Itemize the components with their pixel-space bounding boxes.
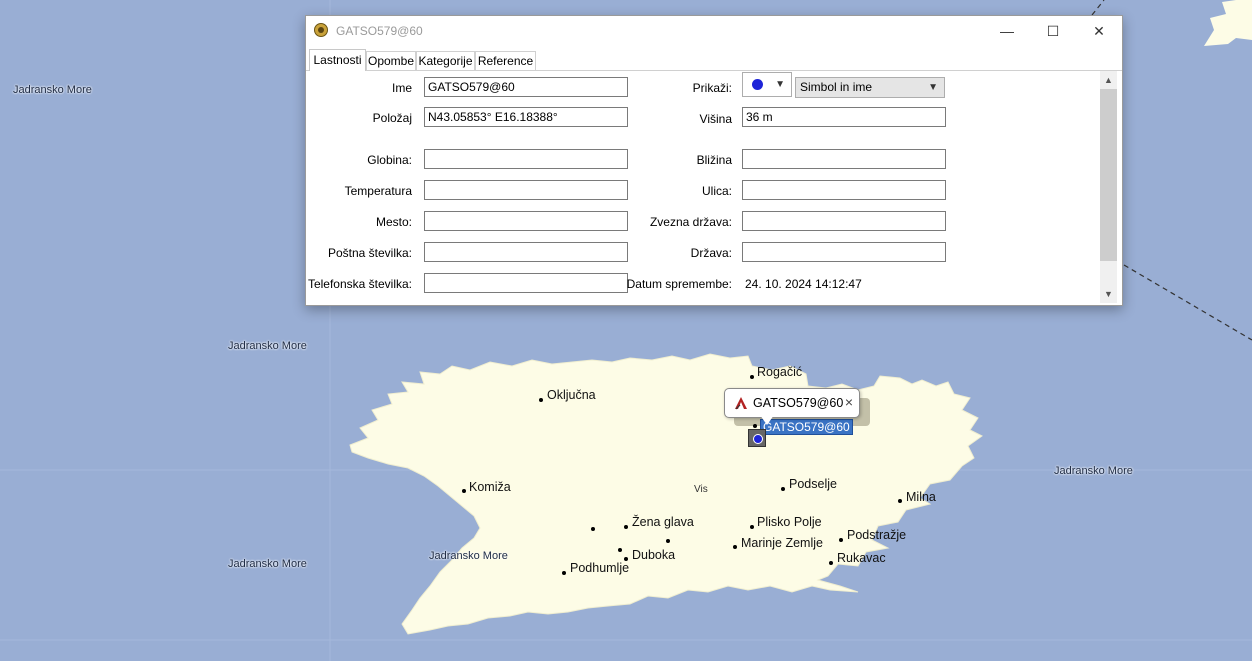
display-mode-value: Simbol in ime bbox=[800, 80, 873, 94]
app-icon bbox=[314, 23, 328, 37]
tab-bar: Lastnosti Opombe Kategorije Reference bbox=[306, 49, 1122, 71]
place-marinje-zemlje[interactable]: Marinje Zemlje bbox=[741, 536, 823, 550]
sea-label: Jadransko More bbox=[429, 550, 508, 562]
sea-label: Jadransko More bbox=[1054, 465, 1133, 477]
waypoint-popup[interactable]: GATSO579@60 × bbox=[724, 388, 860, 418]
visina-input[interactable]: 36 m bbox=[742, 107, 946, 127]
place-dot bbox=[591, 527, 595, 531]
datum-spremembe-value: 24. 10. 2024 14:12:47 bbox=[745, 277, 862, 291]
scroll-up-icon[interactable]: ▲ bbox=[1100, 72, 1117, 88]
polozaj-label: Položaj bbox=[372, 111, 412, 125]
display-mode-dropdown[interactable]: Simbol in ime ▼ bbox=[795, 77, 945, 98]
blizina-label: Bližina bbox=[696, 153, 732, 167]
waypoint-properties-window: GATSO579@60 — ☐ ✕ Lastnosti Opombe Kateg… bbox=[305, 15, 1123, 306]
zvezna-drzava-label: Zvezna država: bbox=[649, 215, 732, 229]
blue-dot-symbol-icon bbox=[752, 79, 763, 90]
ime-input[interactable]: GATSO579@60 bbox=[424, 77, 628, 97]
telefonska-stevilka-label: Telefonska številka: bbox=[307, 277, 412, 291]
place-dot bbox=[781, 487, 785, 491]
scroll-thumb[interactable] bbox=[1100, 89, 1117, 261]
island-label: Vis bbox=[694, 484, 708, 495]
popup-close-icon[interactable]: × bbox=[845, 395, 853, 409]
globina-label: Globina: bbox=[367, 153, 412, 167]
place-podselje[interactable]: Podselje bbox=[789, 477, 837, 491]
mesto-input[interactable] bbox=[424, 211, 628, 231]
place-dot bbox=[829, 561, 833, 565]
visina-label: Višina bbox=[699, 112, 732, 126]
drzava-input[interactable] bbox=[742, 242, 946, 262]
window-title: GATSO579@60 bbox=[336, 24, 423, 38]
telefonska-stevilka-input[interactable] bbox=[424, 273, 628, 293]
place-duboka[interactable]: Duboka bbox=[632, 548, 675, 562]
drzava-label: Država: bbox=[690, 246, 732, 260]
properties-panel: Ime GATSO579@60 Položaj N43.05853° E16.1… bbox=[306, 71, 1122, 305]
place-dot bbox=[839, 538, 843, 542]
minimize-button[interactable]: — bbox=[984, 16, 1030, 46]
place-podstrazje[interactable]: Podstražje bbox=[847, 528, 906, 542]
vertical-scrollbar[interactable]: ▲ ▼ bbox=[1100, 71, 1117, 303]
place-zena-glava[interactable]: Žena glava bbox=[632, 515, 694, 529]
place-plisko-polje[interactable]: Plisko Polje bbox=[757, 515, 822, 529]
sea-label: Jadransko More bbox=[228, 558, 307, 570]
title-bar[interactable]: GATSO579@60 — ☐ ✕ bbox=[306, 16, 1122, 46]
waypoint-marker[interactable] bbox=[748, 429, 766, 447]
temperatura-input[interactable] bbox=[424, 180, 628, 200]
place-dot bbox=[539, 398, 543, 402]
ulica-input[interactable] bbox=[742, 180, 946, 200]
place-dot bbox=[750, 375, 754, 379]
datum-spremembe-label: Datum spremembe: bbox=[626, 277, 732, 291]
place-komiza[interactable]: Komiža bbox=[469, 480, 511, 494]
place-dot bbox=[753, 424, 757, 428]
blizina-input[interactable] bbox=[742, 149, 946, 169]
prikazi-label: Prikaži: bbox=[692, 81, 732, 95]
place-dot bbox=[562, 571, 566, 575]
place-rukavac[interactable]: Rukavac bbox=[837, 551, 886, 565]
place-milna[interactable]: Milna bbox=[906, 490, 936, 504]
waypoint-dot-icon bbox=[753, 434, 763, 444]
postna-stevilka-input[interactable] bbox=[424, 242, 628, 262]
scroll-down-icon[interactable]: ▼ bbox=[1100, 286, 1117, 302]
sea-label: Jadransko More bbox=[228, 340, 307, 352]
ime-label: Ime bbox=[391, 81, 412, 95]
globina-input[interactable] bbox=[424, 149, 628, 169]
postna-stevilka-label: Poštna številka: bbox=[327, 246, 412, 260]
tab-reference[interactable]: Reference bbox=[475, 51, 536, 70]
temperatura-label: Temperatura bbox=[344, 184, 412, 198]
place-dot bbox=[733, 545, 737, 549]
place-rogacic[interactable]: Rogačić bbox=[757, 365, 802, 379]
mesto-label: Mesto: bbox=[375, 215, 412, 229]
polozaj-input[interactable]: N43.05853° E16.18388° bbox=[424, 107, 628, 127]
tab-opombe[interactable]: Opombe bbox=[366, 51, 416, 70]
place-dot bbox=[898, 499, 902, 503]
place-dot bbox=[618, 548, 622, 552]
place-okljucna[interactable]: Oključna bbox=[547, 388, 596, 402]
tab-lastnosti[interactable]: Lastnosti bbox=[309, 49, 366, 71]
place-dot bbox=[462, 489, 466, 493]
symbol-dropdown[interactable]: ▼ bbox=[742, 72, 792, 97]
chevron-down-icon: ▼ bbox=[775, 79, 785, 90]
place-dot bbox=[624, 525, 628, 529]
place-podhumlje[interactable]: Podhumlje bbox=[570, 561, 629, 575]
waypoint-tool-icon bbox=[735, 397, 747, 410]
sea-label: Jadransko More bbox=[13, 84, 92, 96]
place-dot bbox=[750, 525, 754, 529]
chevron-down-icon: ▼ bbox=[928, 82, 938, 93]
close-button[interactable]: ✕ bbox=[1076, 16, 1122, 46]
popup-tail bbox=[760, 415, 774, 425]
ulica-label: Ulica: bbox=[701, 184, 732, 198]
zvezna-drzava-input[interactable] bbox=[742, 211, 946, 231]
popup-title: GATSO579@60 bbox=[753, 396, 844, 410]
maximize-button[interactable]: ☐ bbox=[1030, 16, 1076, 46]
tab-kategorije[interactable]: Kategorije bbox=[416, 51, 475, 70]
place-dot bbox=[666, 539, 670, 543]
